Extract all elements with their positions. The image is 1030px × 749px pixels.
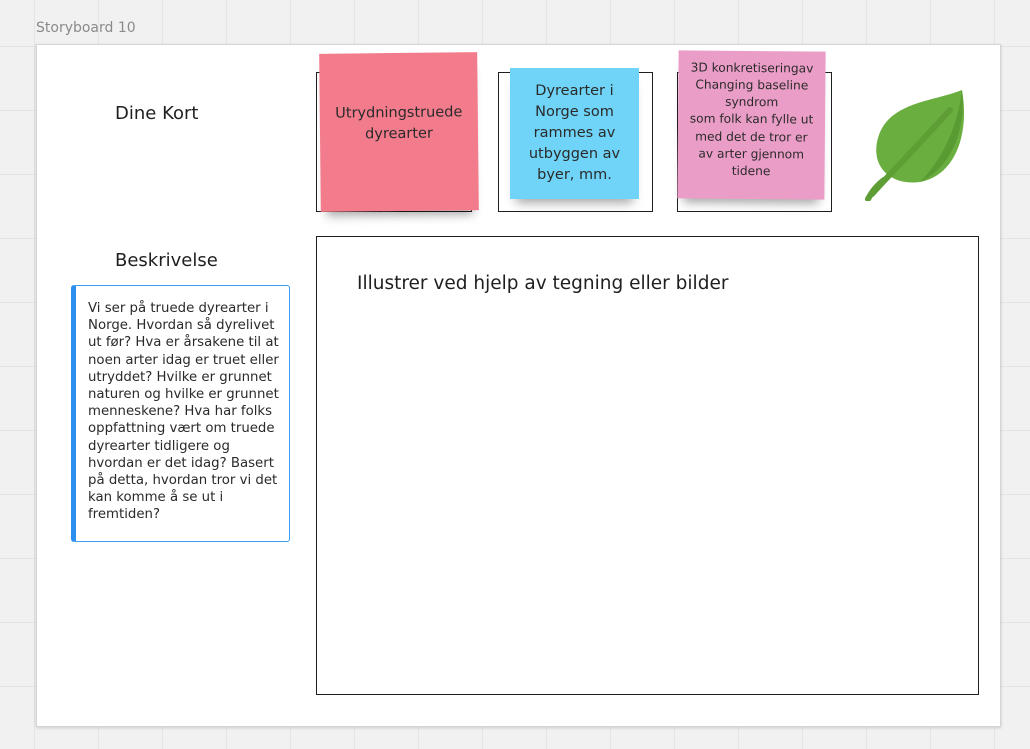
cards-heading: Dine Kort [115, 103, 199, 124]
sticky-note-text: Dyrearter i Norge som rammes av utbyggen… [528, 83, 621, 183]
sticky-note-text: 3D konkretiseringav Changing baseline sy… [689, 60, 814, 179]
description-card[interactable]: Vi ser på truede dyrearter i Norge. Hvor… [71, 285, 290, 542]
leaf-icon[interactable] [862, 86, 972, 201]
description-heading: Beskrivelse [115, 250, 218, 271]
drawing-area[interactable]: Illustrer ved hjelp av tegning eller bil… [316, 236, 979, 695]
sticky-note-baseline-syndrom[interactable]: 3D konkretiseringav Changing baseline sy… [677, 50, 826, 200]
sticky-note-utrydningstruede[interactable]: Utrydningstruede dyrearter [319, 52, 479, 212]
sticky-note-text: Utrydningstruede dyrearter [335, 104, 463, 143]
drawing-prompt: Illustrer ved hjelp av tegning eller bil… [357, 273, 729, 294]
sticky-note-dyrearter-norge[interactable]: Dyrearter i Norge som rammes av utbyggen… [510, 68, 639, 199]
frame-title[interactable]: Storyboard 10 [36, 20, 136, 36]
description-text: Vi ser på truede dyrearter i Norge. Hvor… [88, 301, 279, 523]
